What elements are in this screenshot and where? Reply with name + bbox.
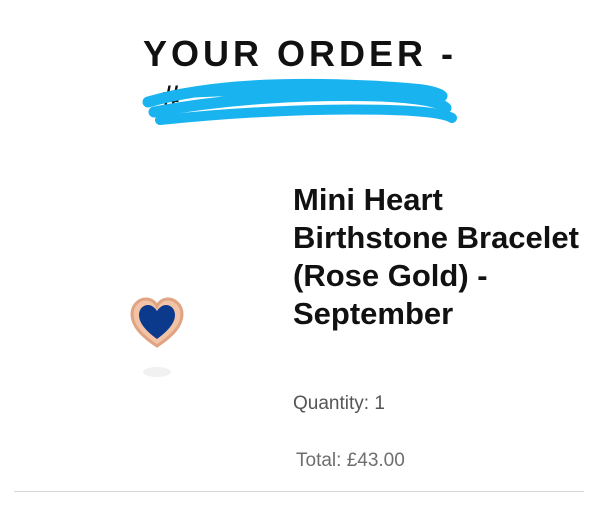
divider xyxy=(14,491,584,492)
heart-birthstone-icon xyxy=(130,297,184,377)
redaction-scribble xyxy=(142,78,457,125)
order-title: YOUR ORDER - xyxy=(142,33,457,74)
quantity-value: 1 xyxy=(374,393,385,414)
total-row: Total: £43.00 xyxy=(296,450,405,472)
quantity-row: Quantity: 1 xyxy=(293,393,385,415)
total-value: £43.00 xyxy=(346,450,405,471)
order-summary-page: YOUR ORDER - # Mini Heart Birthstone Bra… xyxy=(0,0,600,507)
total-label: Total: xyxy=(296,450,342,471)
quantity-label: Quantity: xyxy=(293,393,370,414)
product-name: Mini Heart Birthstone Bracelet (Rose Gol… xyxy=(293,182,579,331)
